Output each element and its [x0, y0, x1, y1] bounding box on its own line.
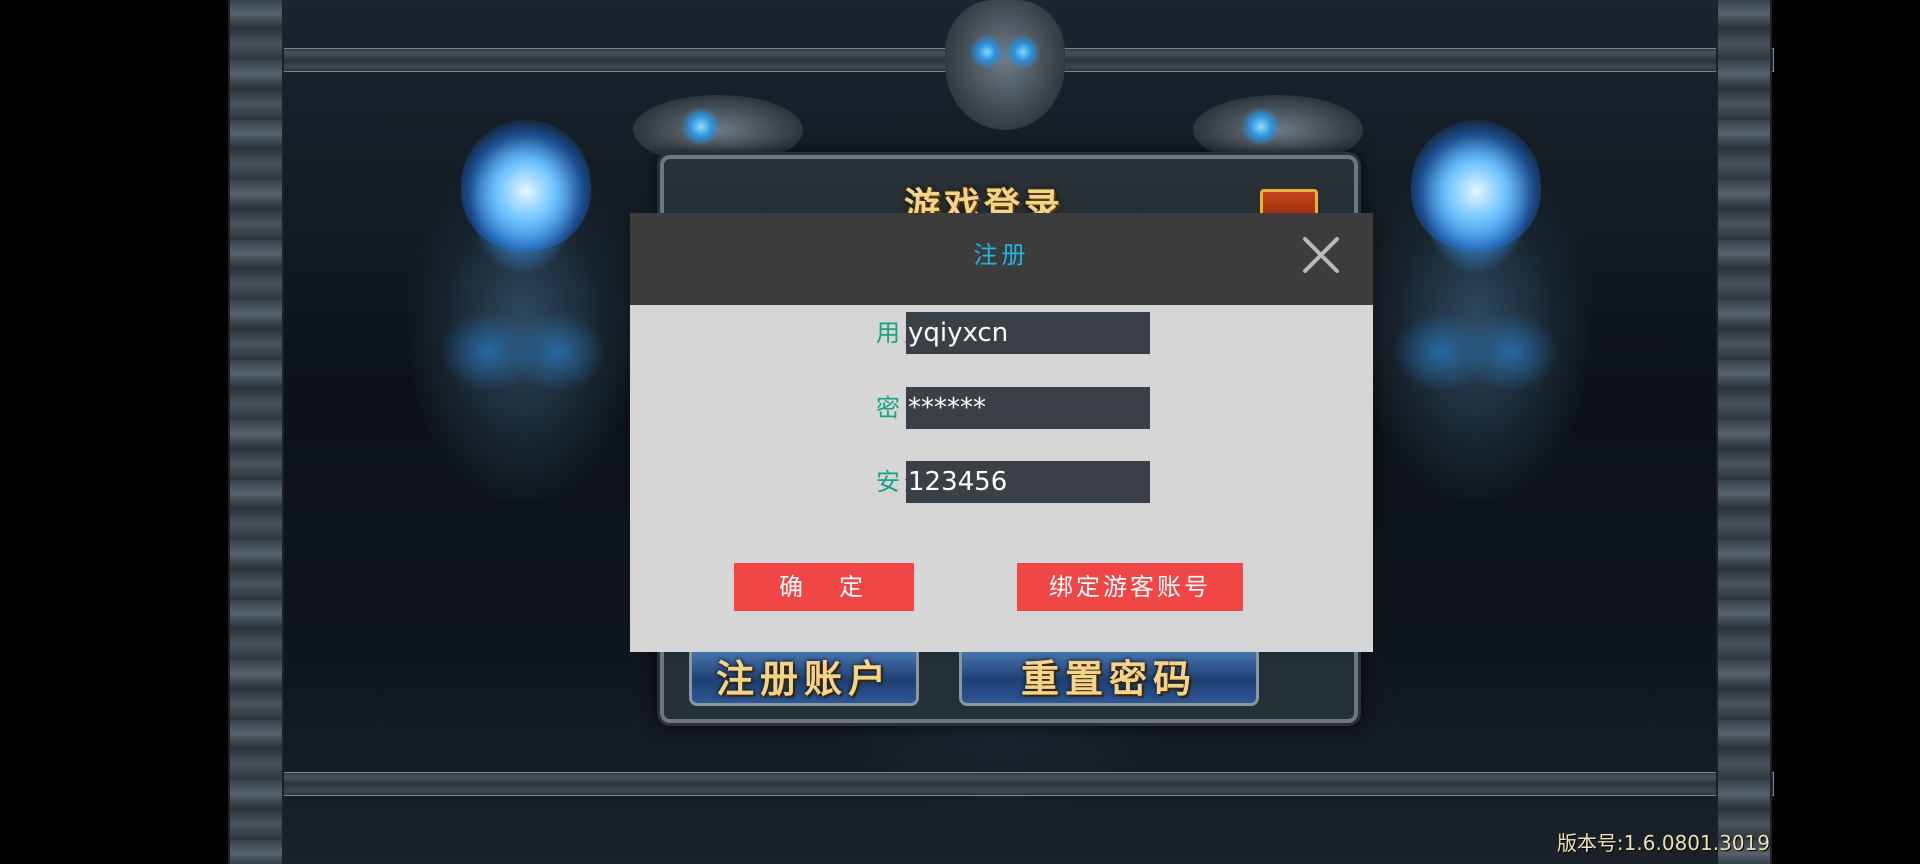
left-blue-flame — [461, 120, 591, 250]
right-blue-flame — [1411, 120, 1541, 250]
left-pillar — [228, 0, 284, 864]
password-input[interactable] — [906, 387, 1150, 429]
dragon-head-ornament — [945, 0, 1065, 130]
username-input[interactable] — [906, 312, 1150, 354]
reset-password-button[interactable]: 重置密码 — [959, 644, 1259, 706]
bind-guest-account-button[interactable]: 绑定游客账号 — [1017, 563, 1243, 611]
confirm-button[interactable]: 确 定 — [734, 563, 914, 611]
right-pillar — [1716, 0, 1772, 864]
register-dialog-header: 注册 — [630, 213, 1373, 305]
register-account-button[interactable]: 注册账户 — [689, 644, 919, 706]
bottom-frame-bar — [228, 772, 1774, 796]
game-screen: 游戏登录 注册账户 重置密码 版本号:1.6.0801.3019 注册 用户名 … — [0, 0, 1920, 864]
register-dialog: 注册 用户名 密 码 安全码 确 定 绑定游客账号 — [630, 213, 1373, 652]
register-dialog-title: 注册 — [973, 241, 1030, 269]
close-icon — [1303, 237, 1339, 273]
version-label: 版本号:1.6.0801.3019 — [1556, 831, 1770, 855]
security-code-input[interactable] — [906, 461, 1150, 503]
close-button[interactable] — [1299, 233, 1343, 277]
